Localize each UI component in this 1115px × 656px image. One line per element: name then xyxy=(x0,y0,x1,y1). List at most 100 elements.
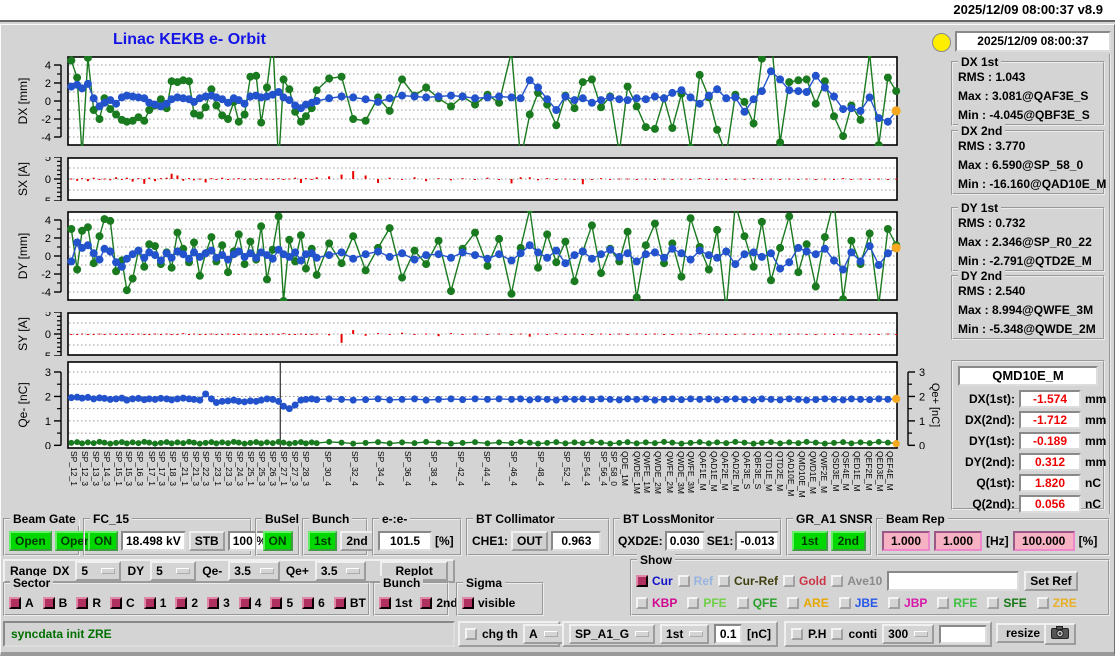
checkbox-gold[interactable] xyxy=(783,575,796,587)
monitor-select-group: SP_A1_G 1st 0.1 [nC] xyxy=(562,621,778,647)
dx-orbit-chart[interactable]: 4 2 0 -2 -4 DX [mm] xyxy=(15,56,940,146)
conti-checkbox[interactable] xyxy=(831,628,844,640)
checkbox-5[interactable] xyxy=(270,597,283,609)
checkbox-qfe[interactable] xyxy=(736,597,749,609)
monitor-row-value: -0.189 xyxy=(1019,431,1081,450)
checkbox-cur[interactable] xyxy=(636,575,648,587)
bunch-2nd-button[interactable]: 2nd xyxy=(340,531,374,551)
checkbox-6[interactable] xyxy=(302,597,315,609)
x-axis-label: SP_23_3 xyxy=(223,451,234,486)
range-dx-select[interactable]: 5 xyxy=(75,561,122,581)
stat-line: Max : 6.590@SP_58_0 xyxy=(958,158,1084,172)
sx-steering-chart[interactable]: 5 0 -5 SX [A] xyxy=(15,157,940,201)
bt-collimator-group: BT Collimator CHE1: OUT 0.963 xyxy=(466,512,610,556)
checkbox-c[interactable] xyxy=(110,597,123,609)
ph-checkbox[interactable] xyxy=(791,628,803,640)
x-axis-label: QAD2E_M xyxy=(731,451,742,492)
svg-text:5: 5 xyxy=(45,157,51,164)
x-axis-label: QAF2E_M xyxy=(719,451,730,491)
e-ratio-unit: [%] xyxy=(435,534,454,548)
stat-line: Max : 3.081@QAF3E_S xyxy=(958,89,1089,103)
monitor-row-label: DY(2nd): xyxy=(965,454,1015,469)
chg-th-checkbox[interactable] xyxy=(465,628,477,640)
x-axis-label: SP_25_1 xyxy=(246,451,257,486)
beam-gate-open-button-1[interactable]: Open xyxy=(9,531,52,551)
checkbox-zre[interactable] xyxy=(1036,597,1049,609)
checkbox-are[interactable] xyxy=(787,597,800,609)
checkbox-1st[interactable] xyxy=(379,597,391,609)
checkbox-pfe[interactable] xyxy=(687,597,700,609)
check-item-zre: ZRE xyxy=(1036,596,1077,610)
camera-snapshot-button[interactable] xyxy=(1044,623,1076,645)
resize-button[interactable]: resize xyxy=(996,623,1050,643)
gr-a1-1st-button[interactable]: 1st xyxy=(792,531,828,551)
fc15-on-button[interactable]: ON xyxy=(88,531,118,551)
application-window: { "titlebar": { "text": "2025/12/09 08:0… xyxy=(0,0,1115,656)
checkbox-jbp[interactable] xyxy=(888,597,901,609)
range-qe-minus-select[interactable]: 3.5 xyxy=(228,561,280,581)
gr-a1-2nd-button[interactable]: 2nd xyxy=(830,531,866,551)
checkbox-label: Gold xyxy=(799,574,827,588)
e-ratio-value: 101.5 xyxy=(378,531,432,551)
checkbox-rfe[interactable] xyxy=(937,597,950,609)
x-axis-label: SP_18_3 xyxy=(168,451,179,486)
beam-rep-value-1: 1.000 xyxy=(882,531,930,551)
x-axis-label: QAD1E_M xyxy=(708,451,719,492)
x-axis-label: QWD1E_M xyxy=(808,451,819,494)
extra-input[interactable] xyxy=(939,624,988,644)
check-item-5: 5 xyxy=(270,596,293,610)
bunch-select[interactable]: 1st xyxy=(660,624,710,644)
x-axis-label: QAF1E_M xyxy=(697,451,708,491)
checkbox-label: PFE xyxy=(703,596,727,610)
checkbox-ave10[interactable] xyxy=(831,575,844,587)
checkbox-jbe[interactable] xyxy=(838,597,851,609)
svg-text:0: 0 xyxy=(45,440,51,449)
check-item-3: 3 xyxy=(207,596,230,610)
sy-steering-chart[interactable]: 5 0 -5 SY [A] xyxy=(15,312,940,356)
sector-label: Sector xyxy=(10,576,54,590)
checkbox-2nd[interactable] xyxy=(420,597,433,609)
busel-on-button[interactable]: ON xyxy=(262,531,293,551)
checkbox-sfe[interactable] xyxy=(987,597,1000,609)
checkbox-cur-ref[interactable] xyxy=(718,575,731,587)
checkbox-2[interactable] xyxy=(175,597,188,609)
page-title: Linac KEKB e- Orbit xyxy=(113,31,266,48)
dy-orbit-chart[interactable]: 4 2 0 -2 -4 DY [mm] xyxy=(15,211,940,301)
checkbox-ref[interactable] xyxy=(677,575,690,587)
charge-chart[interactable]: 3 2 1 0 Qe- [nC] 3 2 1 0 Qe+ [nC] xyxy=(15,361,940,449)
window-titlebar: 2025/12/09 08:00:37 v8.9 xyxy=(0,0,1115,22)
svg-text:SY [A]: SY [A] xyxy=(16,317,30,351)
qxd2e-value: 0.030 xyxy=(664,531,705,551)
set-ref-button[interactable]: Set Ref xyxy=(1024,571,1078,591)
range-qe-plus-select[interactable]: 3.5 xyxy=(314,561,367,581)
bunch-1st-button[interactable]: 1st xyxy=(308,531,338,551)
checkbox-b[interactable] xyxy=(42,597,55,609)
x-axis-label: SP_58_0 xyxy=(609,451,620,486)
checkbox-3[interactable] xyxy=(207,597,220,609)
checkbox-visible[interactable] xyxy=(462,597,474,609)
monitor-row-label: DX(1st): xyxy=(968,391,1015,406)
monitor-select[interactable]: SP_A1_G xyxy=(569,624,656,644)
checkbox-1[interactable] xyxy=(143,597,156,609)
monitor-name[interactable]: QMD10E_M xyxy=(958,366,1098,386)
fc15-stb-button[interactable]: STB xyxy=(188,531,225,551)
fc15-label: FC_15 xyxy=(90,512,133,526)
checkbox-4[interactable] xyxy=(238,597,251,609)
check-item-jbp: JBP xyxy=(888,596,927,610)
checkbox-bt[interactable] xyxy=(333,597,346,609)
check-item-ave10: Ave10 xyxy=(831,574,882,588)
monitor-row: Q(2nd): 0.056 nC xyxy=(953,493,1103,514)
stat-line: Min : -16.160@QAD10E_M xyxy=(958,177,1107,191)
svg-text:DY [mm]: DY [mm] xyxy=(16,233,30,279)
check-item-b: B xyxy=(42,596,67,610)
range-dy-select[interactable]: 5 xyxy=(150,561,197,581)
ref-name-input[interactable] xyxy=(887,571,1020,591)
checkbox-a[interactable] xyxy=(9,597,21,609)
points-select[interactable]: 300 xyxy=(882,624,935,644)
che1-out-button[interactable]: OUT xyxy=(511,531,549,551)
checkbox-r[interactable] xyxy=(76,597,89,609)
chg-th-select[interactable]: A xyxy=(523,624,564,644)
x-axis-label: SP_54_4 xyxy=(581,451,592,486)
checkbox-kbp[interactable] xyxy=(636,597,648,609)
threshold-input[interactable]: 0.1 xyxy=(714,624,742,644)
